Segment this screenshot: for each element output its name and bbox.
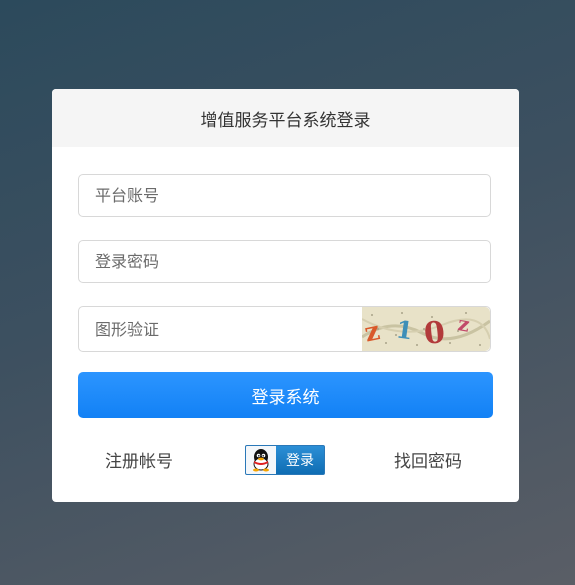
login-submit-button[interactable]: 登录系统 [78, 372, 493, 418]
qq-login-label: 登录 [276, 446, 324, 474]
card-header: 增值服务平台系统登录 [52, 89, 519, 147]
password-field[interactable] [78, 240, 491, 283]
captcha-image[interactable]: z 1 0 z [362, 307, 490, 351]
qq-login-button[interactable]: 登录 [245, 445, 325, 475]
svg-text:0: 0 [422, 315, 446, 351]
login-card: 增值服务平台系统登录 z 1 0 [52, 89, 519, 502]
captcha-input[interactable] [79, 307, 364, 351]
recover-password-link[interactable]: 找回密码 [394, 447, 462, 472]
register-link[interactable]: 注册帐号 [105, 447, 173, 472]
captcha-field[interactable]: z 1 0 z [78, 306, 491, 352]
qq-icon [246, 446, 276, 474]
page-title: 增值服务平台系统登录 [200, 110, 371, 131]
password-input[interactable] [79, 241, 490, 282]
account-input[interactable] [79, 175, 490, 216]
account-field[interactable] [78, 174, 491, 217]
